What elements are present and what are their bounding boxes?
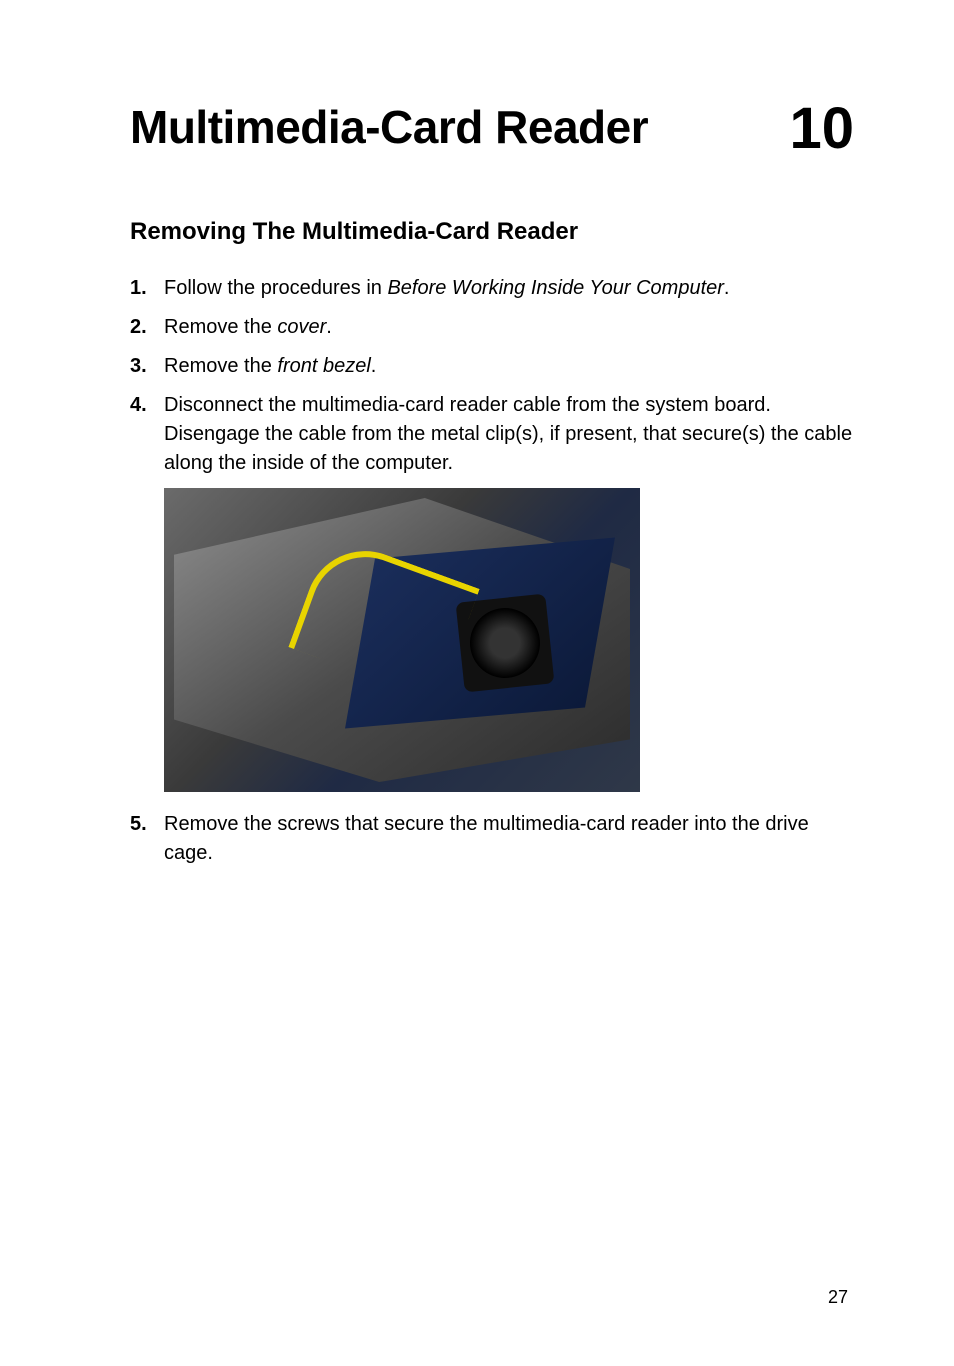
step-text: Remove the screws that secure the multim…	[164, 810, 854, 868]
step-number: 2.	[130, 313, 164, 342]
step-text: Remove the cover.	[164, 313, 854, 342]
step-2: 2. Remove the cover.	[130, 313, 854, 342]
step-number: 1.	[130, 274, 164, 303]
step-text: Remove the front bezel.	[164, 352, 854, 381]
step-prefix: Remove the	[164, 316, 277, 338]
step-3: 3. Remove the front bezel.	[130, 352, 854, 381]
step-prefix: Follow the procedures in	[164, 277, 387, 299]
step-suffix: .	[326, 316, 332, 338]
step-text: Follow the procedures in Before Working …	[164, 274, 854, 303]
step-4: 4. Disconnect the multimedia-card reader…	[130, 391, 854, 478]
chapter-header: Multimedia-Card Reader 10	[130, 100, 854, 158]
procedure-steps: 1. Follow the procedures in Before Worki…	[130, 274, 854, 478]
step-number: 4.	[130, 391, 164, 478]
step-5: 5. Remove the screws that secure the mul…	[130, 810, 854, 868]
step-number: 5.	[130, 810, 164, 868]
step-number: 3.	[130, 352, 164, 381]
cross-reference-link[interactable]: cover	[277, 316, 326, 338]
procedure-steps-continued: 5. Remove the screws that secure the mul…	[130, 810, 854, 868]
step-text: Disconnect the multimedia-card reader ca…	[164, 391, 854, 478]
chapter-title: Multimedia-Card Reader	[130, 100, 648, 154]
step-1: 1. Follow the procedures in Before Worki…	[130, 274, 854, 303]
computer-interior-figure	[164, 488, 640, 792]
cross-reference-link[interactable]: front bezel	[277, 355, 370, 377]
chapter-number: 10	[789, 100, 854, 158]
step-suffix: .	[724, 277, 730, 299]
cross-reference-link[interactable]: Before Working Inside Your Computer	[387, 277, 723, 299]
section-title: Removing The Multimedia-Card Reader	[130, 218, 854, 246]
step-suffix: .	[371, 355, 377, 377]
figure-container	[164, 488, 854, 792]
page-number: 27	[828, 1287, 848, 1308]
step-prefix: Remove the	[164, 355, 277, 377]
